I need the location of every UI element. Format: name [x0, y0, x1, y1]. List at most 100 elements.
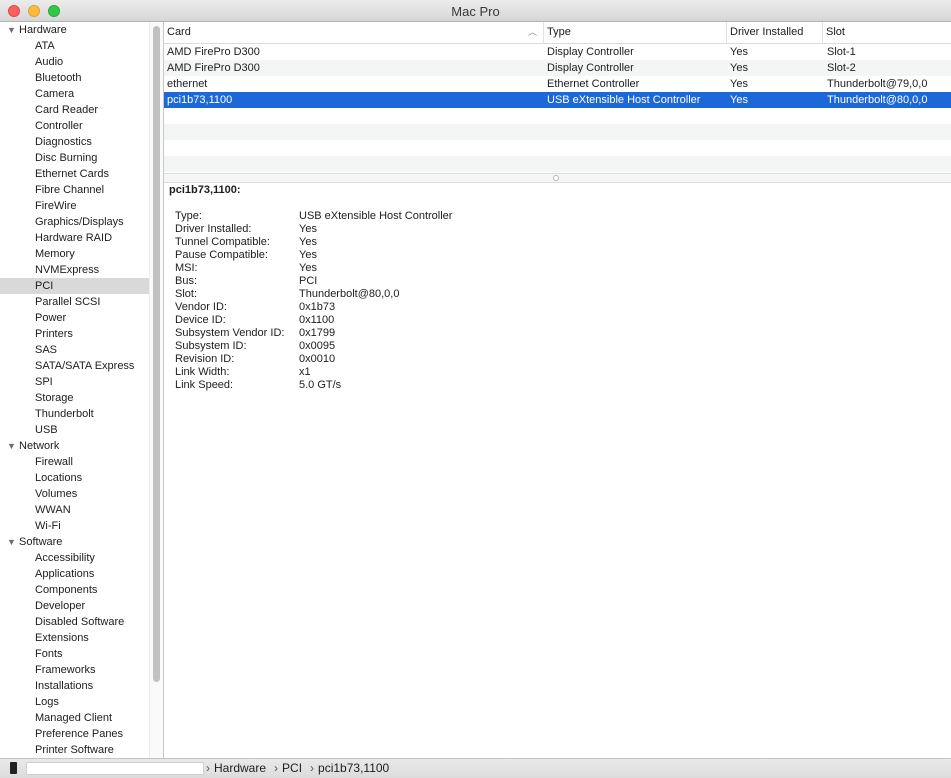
table-cell-driver-installed: Yes — [730, 94, 748, 106]
sidebar-item-card-reader[interactable]: Card Reader — [0, 102, 149, 118]
detail-field-key: Revision ID: — [175, 353, 235, 365]
sidebar-scrollbar[interactable] — [149, 22, 163, 758]
sidebar-item-installations[interactable]: Installations — [0, 678, 149, 694]
sidebar-item-fonts[interactable]: Fonts — [0, 646, 149, 662]
column-header-slot[interactable]: Slot — [823, 22, 951, 43]
sidebar-item-sata-sata-express[interactable]: SATA/SATA Express — [0, 358, 149, 374]
sidebar-item-label: Installations — [35, 680, 94, 692]
sidebar-item-audio[interactable]: Audio — [0, 54, 149, 70]
sidebar-item-label: SATA/SATA Express — [35, 360, 135, 372]
sidebar-item-controller[interactable]: Controller — [0, 118, 149, 134]
sidebar-item-ethernet-cards[interactable]: Ethernet Cards — [0, 166, 149, 182]
sidebar-item-logs[interactable]: Logs — [0, 694, 149, 710]
sidebar-item-fibre-channel[interactable]: Fibre Channel — [0, 182, 149, 198]
sidebar-item-camera[interactable]: Camera — [0, 86, 149, 102]
detail-field-value: 5.0 GT/s — [299, 379, 342, 391]
sidebar-item-memory[interactable]: Memory — [0, 246, 149, 262]
sidebar-item-locations[interactable]: Locations — [0, 470, 149, 486]
sidebar-item-label: Memory — [35, 248, 75, 260]
table-cell-driver-installed: Yes — [730, 46, 748, 58]
sidebar-category-software[interactable]: ▼ Software — [0, 534, 149, 550]
sidebar-item-firewall[interactable]: Firewall — [0, 454, 149, 470]
detail-field-value: 0x1100 — [299, 314, 335, 326]
sidebar-item-preference-panes[interactable]: Preference Panes — [0, 726, 149, 742]
detail-field-key: Link Width: — [175, 366, 230, 378]
detail-pane: pci1b73,1100: Type: USB eXtensible Host C… — [164, 183, 951, 758]
detail-field-key: Bus: — [175, 275, 198, 287]
sidebar-item-nvmexpress[interactable]: NVMExpress — [0, 262, 149, 278]
sidebar-item-label: Hardware RAID — [35, 232, 113, 244]
sidebar-item-diagnostics[interactable]: Diagnostics — [0, 134, 149, 150]
sidebar-item-disabled-software[interactable]: Disabled Software — [0, 614, 149, 630]
sidebar-item-sas[interactable]: SAS — [0, 342, 149, 358]
sidebar-item-label: WWAN — [35, 504, 71, 516]
disclosure-triangle-icon[interactable]: ▼ — [7, 438, 16, 454]
sidebar-item-thunderbolt[interactable]: Thunderbolt — [0, 406, 149, 422]
sidebar-item-label: Locations — [35, 472, 83, 484]
sidebar-item-pci[interactable]: PCI — [0, 278, 149, 294]
sidebar-item-spi[interactable]: SPI — [0, 374, 149, 390]
breadcrumb-item-pci[interactable]: PCI — [282, 761, 302, 775]
sidebar-item-label: Printer Software — [35, 744, 114, 756]
split-view-divider[interactable] — [164, 173, 951, 183]
table-cell-card: AMD FirePro D300 — [167, 62, 260, 74]
table-row[interactable]: pci1b73,1100 USB eXtensible Host Controll… — [164, 92, 951, 108]
sidebar-item-components[interactable]: Components — [0, 582, 149, 598]
sidebar-item-graphics-displays[interactable]: Graphics/Displays — [0, 214, 149, 230]
sidebar-item-extensions[interactable]: Extensions — [0, 630, 149, 646]
table-cell-type: Ethernet Controller — [547, 78, 640, 90]
sidebar-item-volumes[interactable]: Volumes — [0, 486, 149, 502]
sidebar-item-developer[interactable]: Developer — [0, 598, 149, 614]
sidebar-item-frameworks[interactable]: Frameworks — [0, 662, 149, 678]
sidebar-item-label: Disabled Software — [35, 616, 125, 628]
split-handle-icon[interactable] — [553, 175, 559, 181]
detail-field-value: x1 — [299, 366, 311, 378]
column-header-driver-installed[interactable]: Driver Installed — [727, 22, 823, 43]
detail-field-key: Subsystem ID: — [175, 340, 247, 352]
breadcrumb-item-pci1b73-1100[interactable]: pci1b73,1100 — [318, 761, 389, 775]
sidebar-scrollbar-thumb[interactable] — [153, 26, 160, 682]
breadcrumb-item-hardware[interactable]: Hardware — [214, 761, 266, 775]
sidebar-item-label: Power — [35, 312, 67, 324]
sidebar-item-printers[interactable]: Printers — [0, 326, 149, 342]
table-row[interactable]: ethernet Ethernet Controller Yes Thunderbol… — [164, 76, 951, 92]
sidebar-item-label: Fibre Channel — [35, 184, 105, 196]
table-row[interactable]: AMD FirePro D300 Display Controller Yes Slo… — [164, 60, 951, 76]
sidebar-category-hardware[interactable]: ▼ Hardware — [0, 22, 149, 38]
column-header-label: Card — [167, 26, 191, 38]
sidebar-item-storage[interactable]: Storage — [0, 390, 149, 406]
sidebar-item-usb[interactable]: USB — [0, 422, 149, 438]
sidebar-item-managed-client[interactable]: Managed Client — [0, 710, 149, 726]
sidebar-item-label: NVMExpress — [35, 264, 100, 276]
table-row[interactable]: AMD FirePro D300 Display Controller Yes Slo… — [164, 44, 951, 60]
disclosure-triangle-icon[interactable]: ▼ — [7, 22, 16, 38]
sidebar-item-printer-software[interactable]: Printer Software — [0, 742, 149, 758]
sidebar-item-label: Managed Client — [35, 712, 113, 724]
column-header-type[interactable]: Type — [544, 22, 727, 43]
sidebar-item-label: Bluetooth — [35, 72, 82, 84]
sidebar-item-hardware-raid[interactable]: Hardware RAID — [0, 230, 149, 246]
sidebar-item-label: ATA — [35, 40, 55, 52]
detail-field-value: 0x0095 — [299, 340, 336, 352]
sidebar-item-ata[interactable]: ATA — [0, 38, 149, 54]
sidebar-item-label: SAS — [35, 344, 58, 356]
sidebar-item-wi-fi[interactable]: Wi-Fi — [0, 518, 149, 534]
detail-field-value: USB eXtensible Host Controller — [299, 210, 453, 222]
sidebar-item-bluetooth[interactable]: Bluetooth — [0, 70, 149, 86]
column-header-card[interactable]: Card ︿ — [164, 22, 544, 43]
detail-field-key: Pause Compatible: — [175, 249, 268, 261]
sidebar-item-power[interactable]: Power — [0, 310, 149, 326]
sidebar-item-accessibility[interactable]: Accessibility — [0, 550, 149, 566]
detail-title: pci1b73,1100: — [169, 184, 241, 196]
sidebar-item-wwan[interactable]: WWAN — [0, 502, 149, 518]
table-header: Card ︿ Type Driver Installed Slot — [164, 22, 951, 44]
sidebar-item-firewire[interactable]: FireWire — [0, 198, 149, 214]
sidebar-category-label: Software — [19, 536, 63, 548]
sidebar-item-label: Disc Burning — [35, 152, 98, 164]
disclosure-triangle-icon[interactable]: ▼ — [7, 534, 16, 550]
sidebar-item-applications[interactable]: Applications — [0, 566, 149, 582]
sidebar-category-network[interactable]: ▼ Network — [0, 438, 149, 454]
sidebar-item-parallel-scsi[interactable]: Parallel SCSI — [0, 294, 149, 310]
sidebar-item-disc-burning[interactable]: Disc Burning — [0, 150, 149, 166]
sidebar-item-label: Storage — [35, 392, 74, 404]
